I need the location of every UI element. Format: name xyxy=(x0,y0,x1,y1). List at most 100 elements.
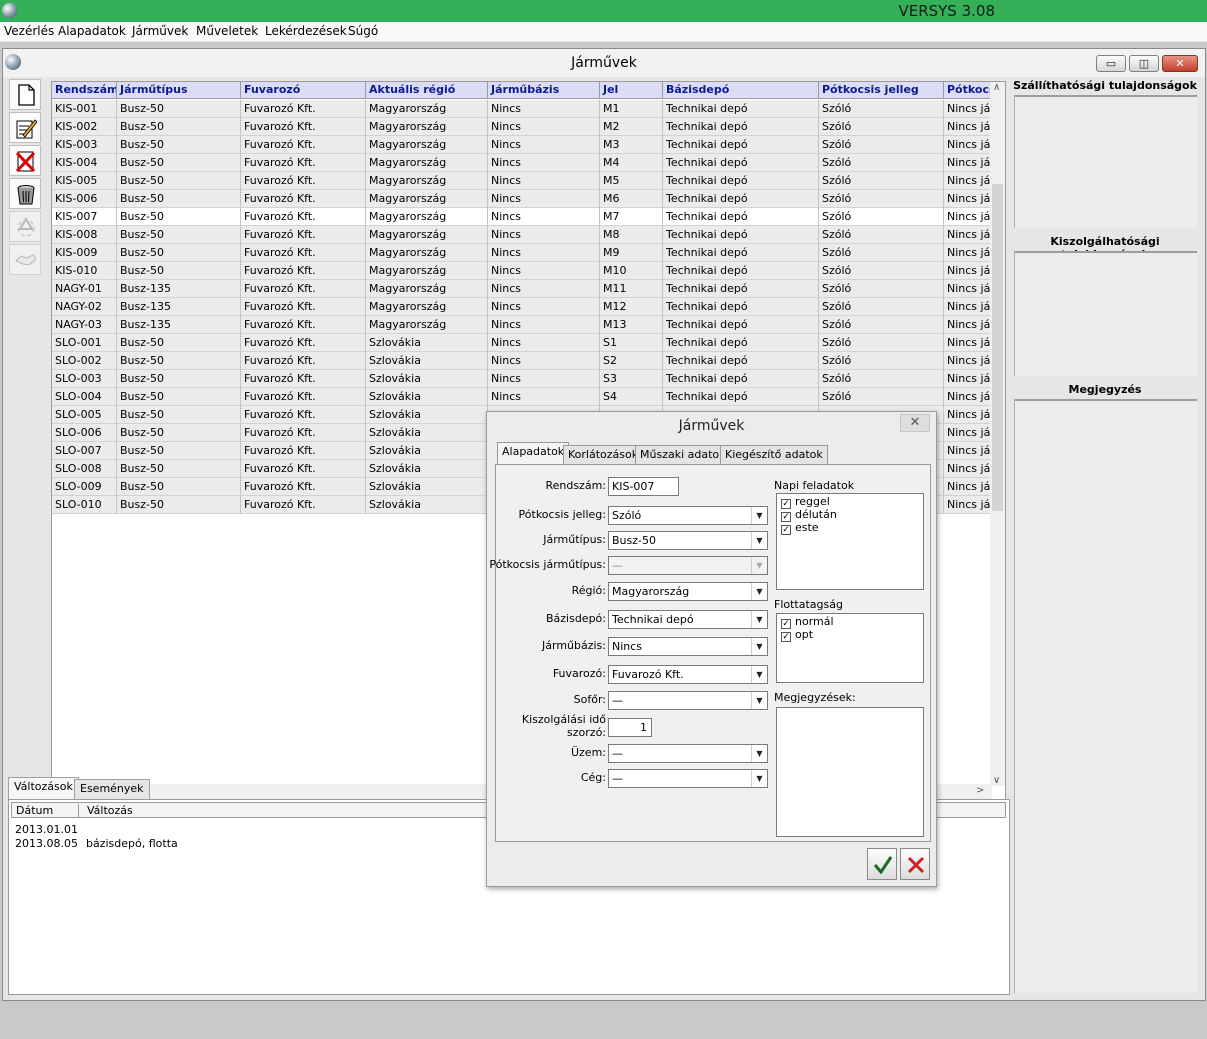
table-row[interactable]: KIS-006 Busz-50 Fuvarozó Kft. Magyarország N… xyxy=(52,190,992,208)
menu-jarmuvek[interactable]: Járművek xyxy=(132,24,188,38)
jarmubazis-select[interactable]: Nincs ▼ xyxy=(608,637,768,656)
app-globe-icon[interactable] xyxy=(2,3,17,18)
dialog-tab-korlatozasok[interactable]: Korlátozások xyxy=(563,445,644,465)
chevron-down-icon[interactable]: ▼ xyxy=(751,745,767,762)
table-row[interactable]: NAGY-01 Busz-135 Fuvarozó Kft. Magyarország… xyxy=(52,280,992,298)
dialog-close-button[interactable]: ✕ xyxy=(900,414,930,432)
chevron-down-icon[interactable]: ▼ xyxy=(751,638,767,655)
delete-button[interactable] xyxy=(9,145,41,176)
trash-button[interactable] xyxy=(9,178,41,209)
table-row[interactable]: KIS-010 Busz-50 Fuvarozó Kft. Magyarország N… xyxy=(52,262,992,280)
cell-jarmubazis: Nincs xyxy=(488,190,600,208)
edit-button[interactable] xyxy=(9,112,41,143)
table-row[interactable]: KIS-008 Busz-50 Fuvarozó Kft. Magyarország N… xyxy=(52,226,992,244)
rendszam-input[interactable]: KIS-007 xyxy=(608,477,679,496)
chevron-down-icon[interactable]: ▼ xyxy=(751,770,767,787)
table-row[interactable]: SLO-001 Busz-50 Fuvarozó Kft. Szlovákia Ninc… xyxy=(52,334,992,352)
scroll-right-icon[interactable]: > xyxy=(976,785,984,796)
menu-alapadatok[interactable]: Alapadatok xyxy=(58,24,126,38)
menu-lekerdezesek[interactable]: Lekérdezések xyxy=(265,24,347,38)
dialog-tab-kiegeszito-adatok[interactable]: Kiegészítő adatok xyxy=(720,445,828,465)
dialog-tab-alapadatok[interactable]: Alapadatok xyxy=(497,442,570,465)
chevron-down-icon[interactable]: ▼ xyxy=(751,583,767,600)
checkbox-este[interactable]: ✓ este xyxy=(781,521,819,535)
change-row[interactable]: 2013.08.05 bázisdepó, flotta xyxy=(15,837,315,850)
cell-rendszam: KIS-006 xyxy=(52,190,117,208)
table-row[interactable]: KIS-001 Busz-50 Fuvarozó Kft. Magyarország N… xyxy=(52,100,992,118)
chevron-down-icon[interactable]: ▼ xyxy=(751,532,767,549)
sofor-select[interactable]: — ▼ xyxy=(608,691,768,710)
col-bazisdepo[interactable]: Bázisdepó xyxy=(663,82,819,99)
checkbox-check-icon[interactable]: ✓ xyxy=(781,632,791,642)
note-box[interactable] xyxy=(1014,399,1197,993)
checkbox-normal[interactable]: ✓ normál xyxy=(781,615,834,629)
transport-properties-box[interactable] xyxy=(1014,95,1197,228)
ok-button[interactable] xyxy=(867,848,897,880)
megjegyzesek-textarea[interactable] xyxy=(776,707,924,837)
cell-jarmutipus: Busz-50 xyxy=(117,352,241,370)
chevron-down-icon[interactable]: ▼ xyxy=(751,666,767,683)
table-row[interactable]: KIS-004 Busz-50 Fuvarozó Kft. Magyarország N… xyxy=(52,154,992,172)
dialog-panel-alapadatok: Rendszám: Pótkocsis jelleg: Járműtípus: … xyxy=(489,464,931,842)
table-row[interactable]: NAGY-03 Busz-135 Fuvarozó Kft. Magyarország… xyxy=(52,316,992,334)
col-datum[interactable]: Dátum xyxy=(16,804,53,817)
recycle-button[interactable] xyxy=(9,211,41,242)
cell-rendszam: SLO-008 xyxy=(52,460,117,478)
napi-feladatok-list: ✓ reggel ✓ délután ✓ este xyxy=(776,493,924,590)
table-row[interactable]: SLO-004 Busz-50 Fuvarozó Kft. Szlovákia Ninc… xyxy=(52,388,992,406)
scroll-up-icon[interactable]: ∧ xyxy=(993,82,1000,93)
new-button[interactable] xyxy=(9,79,41,110)
scroll-down-icon[interactable]: ∨ xyxy=(993,775,1000,786)
table-row[interactable]: SLO-002 Busz-50 Fuvarozó Kft. Szlovákia Ninc… xyxy=(52,352,992,370)
col-jarmutipus[interactable]: Járműtípus xyxy=(117,82,241,99)
uzem-value: — xyxy=(612,747,623,760)
chevron-down-icon[interactable]: ▼ xyxy=(751,692,767,709)
cell-fuvarozo: Fuvarozó Kft. xyxy=(241,172,366,190)
table-row[interactable]: KIS-003 Busz-50 Fuvarozó Kft. Magyarország N… xyxy=(52,136,992,154)
change-row[interactable]: 2013.01.01 xyxy=(15,823,78,836)
close-button[interactable]: ✕ xyxy=(1162,55,1198,72)
restore-button[interactable]: ◫ xyxy=(1129,55,1159,72)
bazisdepo-select[interactable]: Technikai depó ▼ xyxy=(608,610,768,629)
table-row[interactable]: KIS-007 Busz-50 Fuvarozó Kft. Magyarország N… xyxy=(52,208,992,226)
minimize-button[interactable]: ▭ xyxy=(1096,55,1126,72)
cell-regio: Magyarország xyxy=(366,100,488,118)
table-row[interactable]: SLO-003 Busz-50 Fuvarozó Kft. Szlovákia Ninc… xyxy=(52,370,992,388)
regio-select[interactable]: Magyarország ▼ xyxy=(608,582,768,601)
checkbox-delutan[interactable]: ✓ délután xyxy=(781,508,837,522)
table-row[interactable]: KIS-009 Busz-50 Fuvarozó Kft. Magyarország N… xyxy=(52,244,992,262)
menu-muveletek[interactable]: Műveletek xyxy=(196,24,258,38)
dialog-tab-muszaki-adatok[interactable]: Műszaki adatok xyxy=(635,445,731,465)
table-row[interactable]: KIS-005 Busz-50 Fuvarozó Kft. Magyarország N… xyxy=(52,172,992,190)
col-jel[interactable]: Jel xyxy=(600,82,663,99)
col-potkocsis-jelleg[interactable]: Pótkocsis jelleg xyxy=(819,82,944,99)
kiszolgalasi-szorzo-input[interactable]: 1 xyxy=(608,718,652,737)
uzem-select[interactable]: — ▼ xyxy=(608,744,768,763)
cancel-button[interactable] xyxy=(900,848,930,880)
col-jarmubazis[interactable]: Járműbázis xyxy=(488,82,600,99)
grid-vertical-scrollbar[interactable]: ∧ ∨ xyxy=(990,82,1005,786)
col-rendszam[interactable]: Rendszám xyxy=(52,82,117,99)
checkbox-opt[interactable]: ✓ opt xyxy=(781,628,813,642)
menu-sugo[interactable]: Súgó xyxy=(348,24,378,38)
potkocsis-jelleg-select[interactable]: Szóló ▼ xyxy=(608,506,768,525)
checkbox-check-icon[interactable]: ✓ xyxy=(781,525,791,535)
tab-valtozasok[interactable]: Változások xyxy=(8,777,79,799)
grid-vertical-scroll-thumb[interactable] xyxy=(992,184,1003,511)
col-potkocsi[interactable]: Pótkocsi xyxy=(944,82,992,99)
chevron-down-icon[interactable]: ▼ xyxy=(751,611,767,628)
table-row[interactable]: KIS-002 Busz-50 Fuvarozó Kft. Magyarország N… xyxy=(52,118,992,136)
col-valtozas[interactable]: Változás xyxy=(78,804,133,818)
ceg-select[interactable]: — ▼ xyxy=(608,769,768,788)
chevron-down-icon[interactable]: ▼ xyxy=(751,507,767,524)
col-aktualis-regio[interactable]: Aktuális régió xyxy=(366,82,488,99)
fuvarozo-select[interactable]: Fuvarozó Kft. ▼ xyxy=(608,665,768,684)
table-row[interactable]: NAGY-02 Busz-135 Fuvarozó Kft. Magyarország… xyxy=(52,298,992,316)
handshake-button[interactable] xyxy=(9,244,41,275)
tab-esemenyek[interactable]: Események xyxy=(74,779,150,799)
service-properties-box[interactable] xyxy=(1014,251,1197,376)
checkbox-reggel[interactable]: ✓ reggel xyxy=(781,495,830,509)
col-fuvarozo[interactable]: Fuvarozó xyxy=(241,82,366,99)
jarmutipus-select[interactable]: Busz-50 ▼ xyxy=(608,531,768,550)
menu-vezerles[interactable]: Vezérlés xyxy=(4,24,54,38)
